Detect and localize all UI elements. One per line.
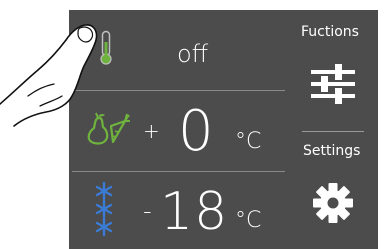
power-status-text[interactable]: off xyxy=(177,42,208,66)
freezer-temp-unit: °C xyxy=(235,208,262,233)
sidebar-divider xyxy=(302,131,364,132)
settings-label[interactable]: Settings xyxy=(303,144,360,158)
fridge-temp-sign: + xyxy=(143,119,160,143)
thermometer-icon[interactable] xyxy=(98,30,114,66)
freezer-temperature-value[interactable]: 18 xyxy=(160,186,228,238)
fruit-vegetable-icon xyxy=(87,112,130,145)
row-divider-bottom xyxy=(72,171,285,172)
fridge-temperature-value[interactable]: 0 xyxy=(178,104,214,160)
fridge-temp-unit: °C xyxy=(235,129,262,154)
snowflake-icon xyxy=(95,181,113,237)
gear-icon[interactable] xyxy=(312,182,354,224)
functions-label[interactable]: Fuctions xyxy=(301,25,359,39)
freezer-temp-sign: - xyxy=(143,197,152,225)
row-divider-top xyxy=(72,90,285,91)
sliders-icon[interactable] xyxy=(310,62,356,106)
